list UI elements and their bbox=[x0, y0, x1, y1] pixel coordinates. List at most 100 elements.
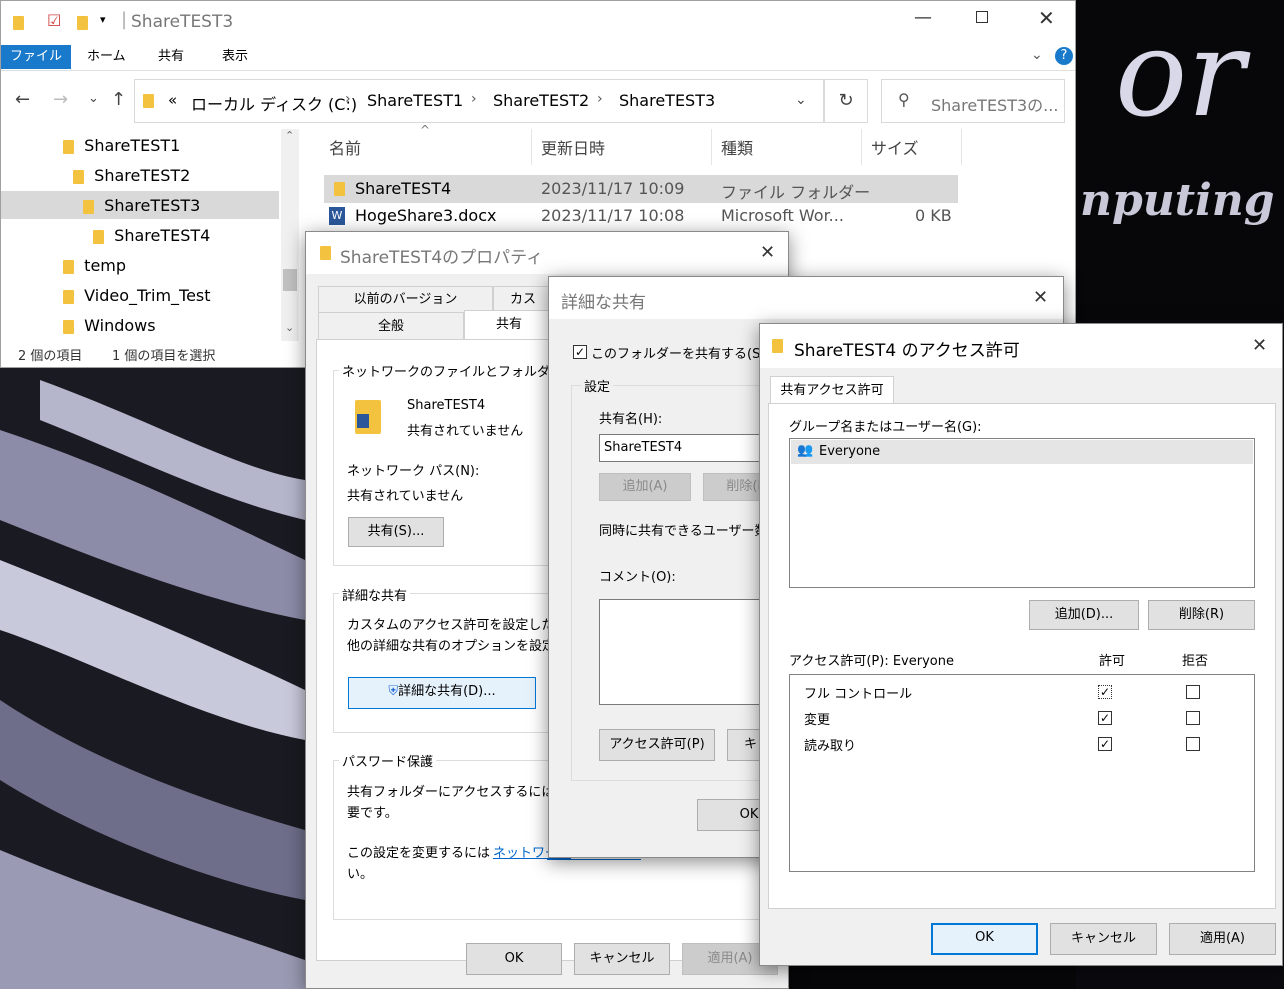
scroll-up-icon[interactable]: ⌃ bbox=[285, 129, 294, 142]
column-type[interactable]: 種類 bbox=[721, 135, 753, 159]
cancel-button[interactable]: キャンセル bbox=[574, 943, 670, 975]
list-item-selected[interactable]: 👥 Everyone bbox=[791, 440, 1253, 464]
user-listbox[interactable]: 👥 Everyone bbox=[789, 438, 1255, 588]
full-control-deny-checkbox[interactable] bbox=[1186, 685, 1200, 699]
checkmark-icon[interactable]: ☑ bbox=[47, 11, 61, 30]
ribbon-tab-file[interactable]: ファイル bbox=[1, 45, 71, 69]
tree-item[interactable]: temp bbox=[63, 252, 126, 280]
group-title: 詳細な共有 bbox=[339, 585, 411, 604]
tree-item[interactable]: ShareTEST2 bbox=[73, 162, 190, 190]
file-date: 2023/11/17 10:08 bbox=[541, 206, 685, 225]
file-name[interactable]: ShareTEST4 bbox=[355, 179, 451, 198]
folder-share-status: 共有されていません bbox=[407, 424, 524, 439]
breadcrumb-overflow[interactable]: « bbox=[168, 91, 177, 109]
folder-icon bbox=[83, 199, 94, 214]
dialog-title: 詳細な共有 bbox=[561, 293, 646, 313]
forward-icon[interactable]: → bbox=[53, 89, 68, 110]
column-name[interactable]: 名前 bbox=[329, 135, 361, 159]
up-icon[interactable]: ↑ bbox=[111, 89, 126, 110]
cancel-button[interactable]: キャンセル bbox=[1050, 923, 1157, 955]
share-button[interactable]: 共有(S)... bbox=[348, 517, 444, 547]
apply-button[interactable]: 適用(A) bbox=[1169, 923, 1276, 955]
file-date: 2023/11/17 10:09 bbox=[541, 179, 685, 198]
tab-general[interactable]: 全般 bbox=[318, 312, 464, 340]
advanced-description: カスタムのアクセス許可を設定したり bbox=[347, 618, 568, 633]
status-item-count: 2 個の項目 bbox=[18, 349, 83, 364]
folder-icon bbox=[93, 229, 104, 244]
refresh-icon[interactable]: ↻ bbox=[824, 79, 868, 123]
allow-header: 許可 bbox=[1099, 654, 1126, 669]
title-separator: | bbox=[121, 9, 128, 30]
breadcrumb-item[interactable]: ShareTEST1 bbox=[367, 91, 463, 110]
change-allow-checkbox[interactable]: ✓ bbox=[1098, 711, 1112, 725]
column-date[interactable]: 更新日時 bbox=[541, 135, 605, 159]
ribbon-tab-share[interactable]: 共有 bbox=[158, 45, 184, 69]
column-size[interactable]: サイズ bbox=[871, 135, 919, 159]
password-text: い。 bbox=[347, 867, 374, 882]
minimize-button[interactable]: — bbox=[914, 7, 932, 28]
network-path-label: ネットワーク パス(N): bbox=[347, 464, 480, 479]
tree-item-selected[interactable]: ShareTEST3 bbox=[83, 192, 200, 220]
wallpaper-text-2: nputing bbox=[1080, 175, 1275, 226]
tree-item[interactable]: Video_Trim_Test bbox=[63, 282, 211, 310]
share-name-label: 共有名(H): bbox=[599, 412, 663, 427]
close-icon[interactable]: ✕ bbox=[760, 242, 775, 263]
remove-user-button[interactable]: 削除(R) bbox=[1148, 600, 1255, 630]
read-allow-checkbox[interactable]: ✓ bbox=[1098, 737, 1112, 751]
full-control-allow-checkbox[interactable]: ✓ bbox=[1098, 685, 1112, 699]
close-icon[interactable]: ✕ bbox=[1252, 335, 1267, 356]
share-folder-checkbox[interactable]: ✓ bbox=[573, 345, 587, 359]
close-icon[interactable]: ✕ bbox=[1033, 287, 1048, 308]
search-box[interactable]: ⚲ ShareTEST3の... bbox=[881, 79, 1065, 123]
chevron-right-icon[interactable]: › bbox=[471, 91, 477, 107]
permission-name: 読み取り bbox=[804, 739, 857, 754]
file-name[interactable]: HogeShare3.docx bbox=[355, 206, 496, 225]
add-user-button[interactable]: 追加(D)... bbox=[1029, 600, 1139, 630]
tree-item[interactable]: Windows bbox=[63, 312, 156, 340]
tab-panel: グループ名またはユーザー名(G): 👥 Everyone 追加(D)... 削除… bbox=[768, 403, 1276, 909]
tab-customize[interactable]: カス bbox=[493, 286, 553, 312]
quick-access-dropdown-icon[interactable]: ▾ bbox=[100, 13, 106, 26]
folder-icon bbox=[772, 339, 783, 353]
group-title: パスワード保護 bbox=[339, 751, 437, 770]
explorer-title: ShareTEST3 bbox=[131, 12, 234, 32]
close-button[interactable]: ✕ bbox=[1038, 6, 1055, 30]
address-folder-icon bbox=[143, 94, 154, 108]
permission-name: フル コントロール bbox=[804, 687, 913, 702]
help-icon[interactable]: ? bbox=[1055, 47, 1073, 65]
address-dropdown-icon[interactable]: ⌄ bbox=[795, 92, 807, 108]
ok-button[interactable]: OK bbox=[931, 923, 1038, 955]
address-bar[interactable]: « ローカル ディスク (C:) › ShareTEST1 › ShareTES… bbox=[134, 79, 824, 123]
chevron-right-icon[interactable]: › bbox=[597, 91, 603, 107]
back-icon[interactable]: ← bbox=[15, 89, 30, 110]
password-text: 共有フォルダーにアクセスするには、 bbox=[347, 785, 568, 800]
tab-previous-versions[interactable]: 以前のバージョン bbox=[318, 286, 493, 312]
scroll-down-icon[interactable]: ⌄ bbox=[285, 321, 294, 334]
breadcrumb-item[interactable]: ShareTEST3 bbox=[619, 91, 715, 110]
status-selected: 1 個の項目を選択 bbox=[112, 349, 216, 364]
group-title: 設定 bbox=[581, 376, 614, 395]
ok-button[interactable]: OK bbox=[466, 943, 562, 975]
breadcrumb-item[interactable]: ローカル ディスク (C:) bbox=[191, 91, 357, 115]
chevron-right-icon[interactable]: › bbox=[345, 91, 351, 107]
breadcrumb-item[interactable]: ShareTEST2 bbox=[493, 91, 589, 110]
new-folder-icon[interactable] bbox=[77, 16, 88, 30]
tree-item[interactable]: ShareTEST1 bbox=[63, 132, 180, 160]
read-deny-checkbox[interactable] bbox=[1186, 737, 1200, 751]
advanced-sharing-button[interactable]: ⛨詳細な共有(D)... bbox=[348, 677, 536, 709]
scroll-thumb[interactable] bbox=[283, 269, 297, 291]
ribbon-expand-icon[interactable]: ⌄ bbox=[1031, 47, 1043, 63]
ribbon-tab-home[interactable]: ホーム bbox=[87, 45, 126, 69]
permissions-list: フル コントロール ✓ 変更 ✓ 読み取り ✓ bbox=[789, 674, 1255, 872]
folder-icon bbox=[334, 182, 345, 196]
add-share-button[interactable]: 追加(A) bbox=[599, 473, 691, 501]
tab-sharing[interactable]: 共有 bbox=[464, 310, 554, 340]
ribbon-tab-view[interactable]: 表示 bbox=[222, 45, 248, 69]
recent-dropdown-icon[interactable]: ⌄ bbox=[88, 91, 99, 106]
tab-share-permissions[interactable]: 共有アクセス許可 bbox=[770, 376, 894, 404]
tree-item[interactable]: ShareTEST4 bbox=[93, 222, 210, 250]
maximize-button[interactable] bbox=[976, 11, 988, 23]
tree-scrollbar[interactable]: ⌃ ⌄ bbox=[281, 129, 299, 341]
change-deny-checkbox[interactable] bbox=[1186, 711, 1200, 725]
permissions-button[interactable]: アクセス許可(P) bbox=[599, 729, 715, 761]
